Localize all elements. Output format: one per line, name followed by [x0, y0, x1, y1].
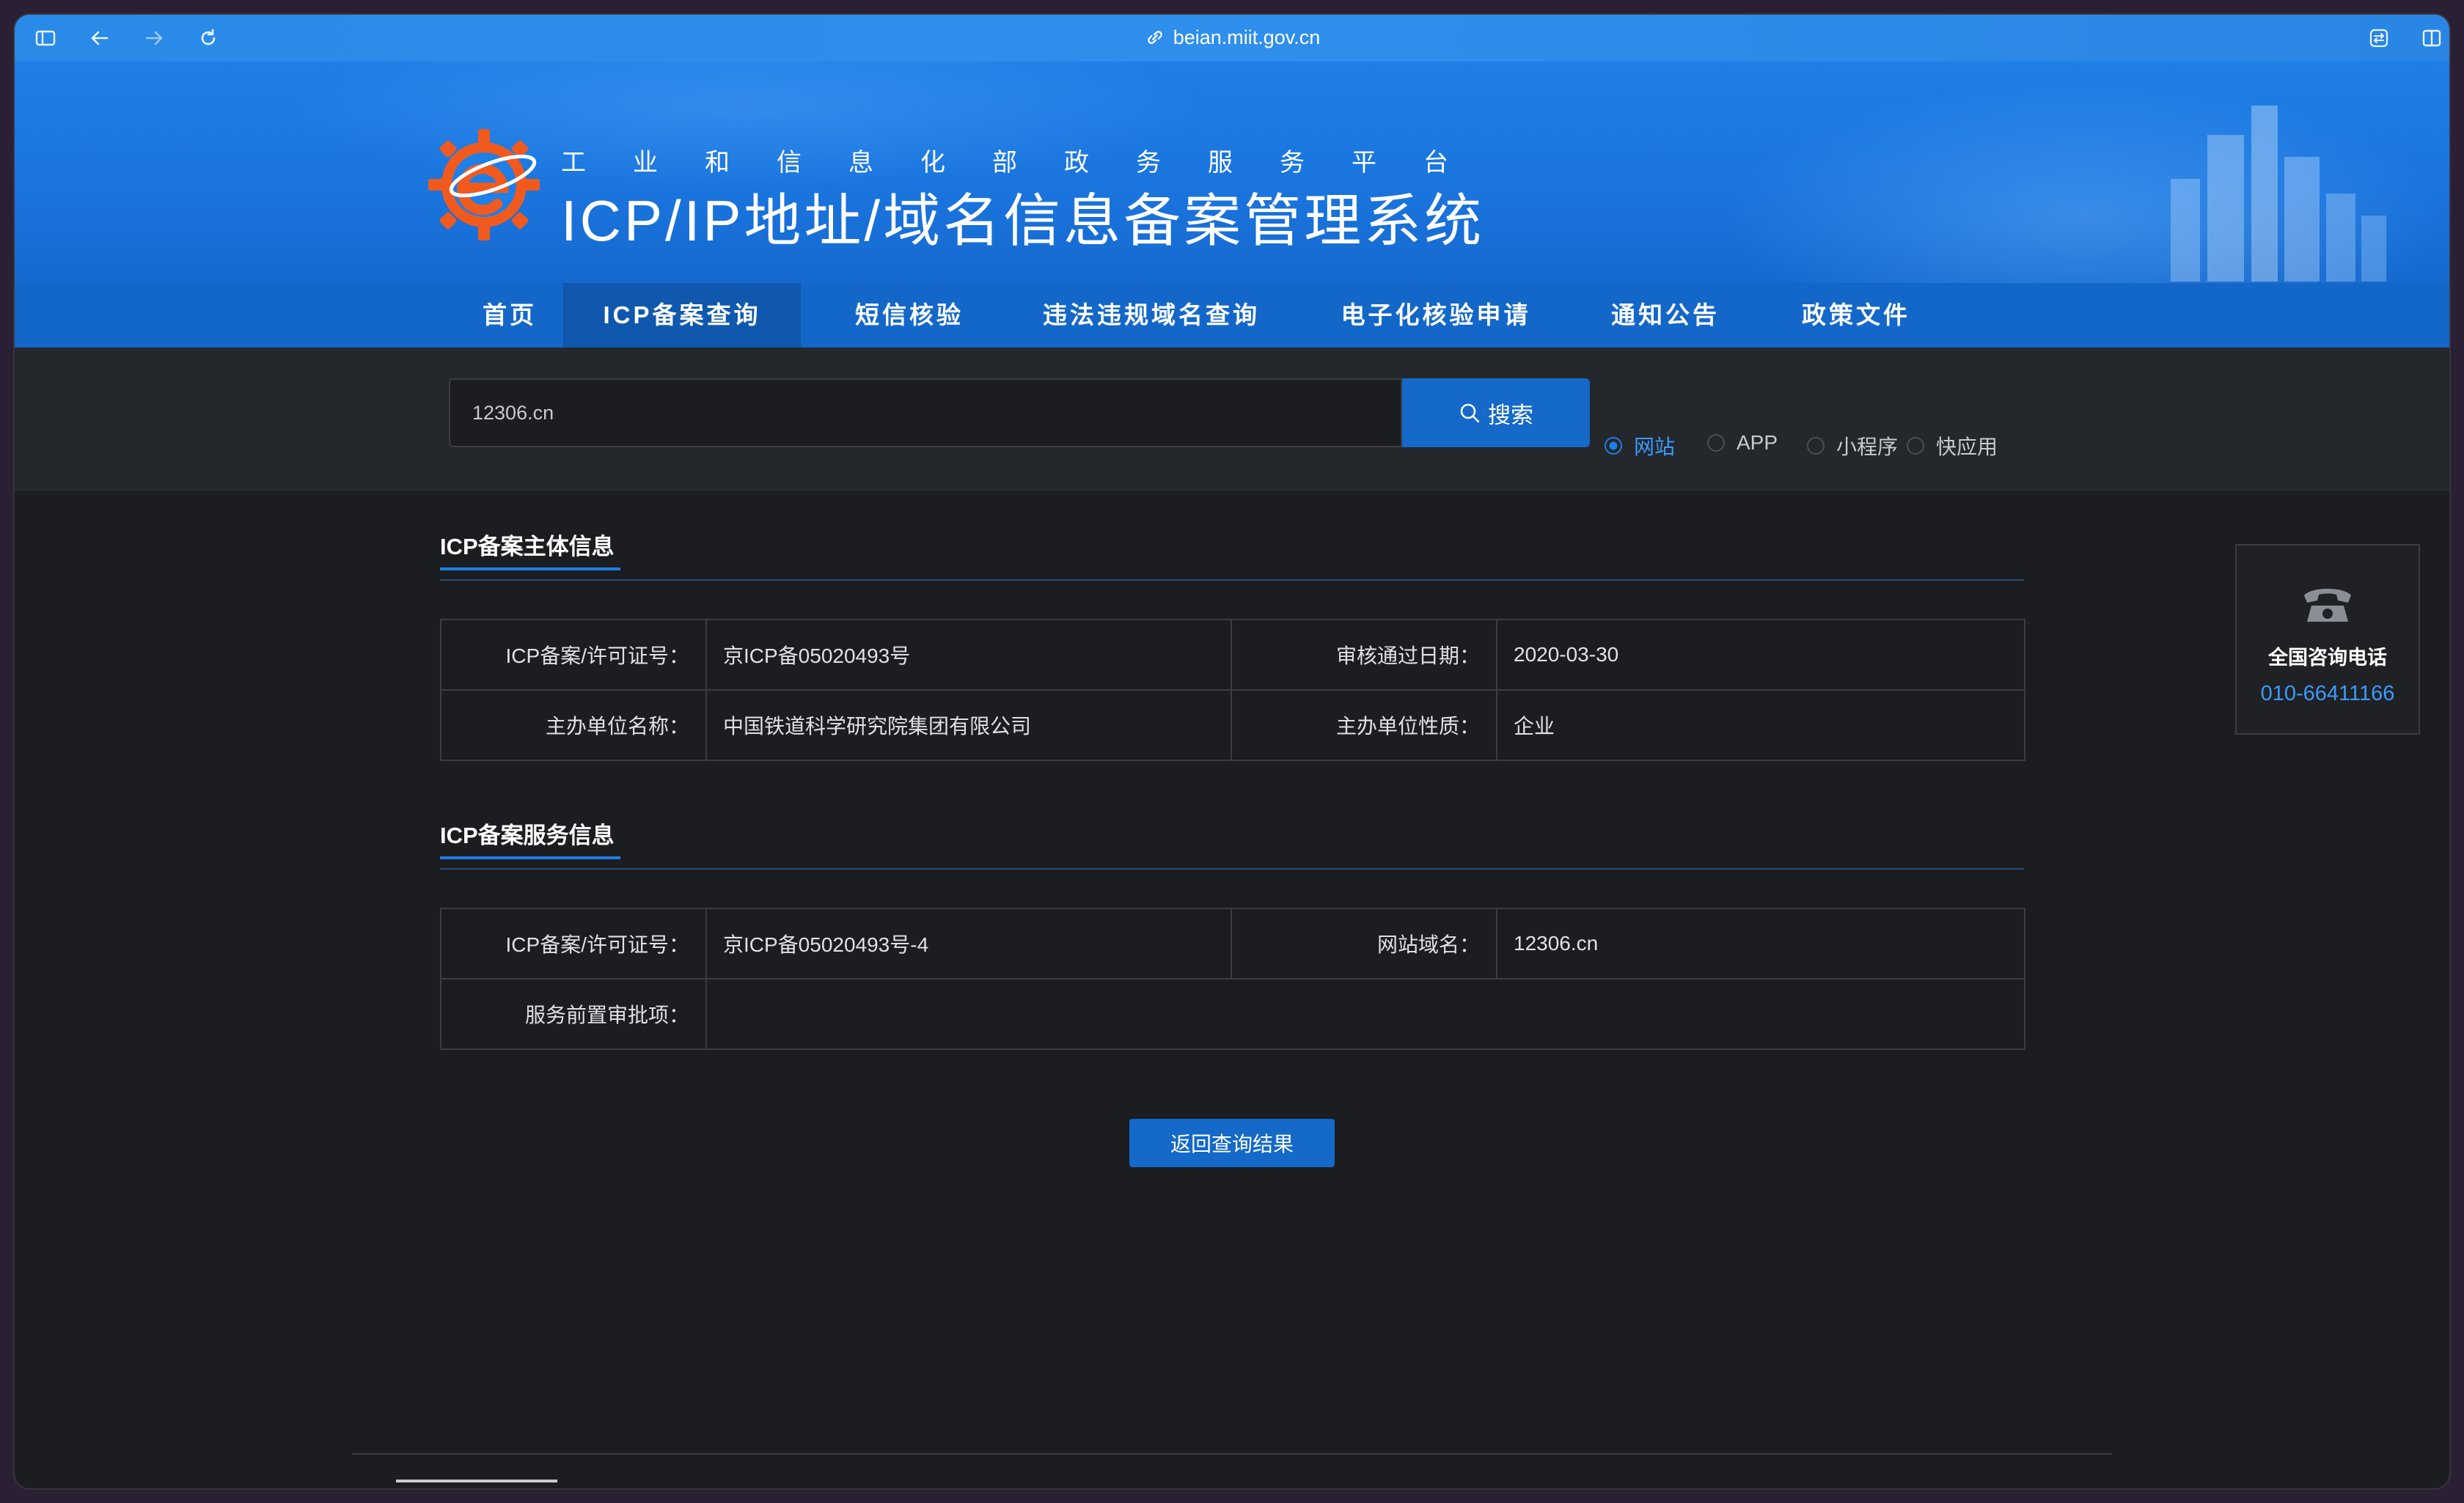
- subject-info-table: ICP备案/许可证号： 京ICP备05020493号 审核通过日期： 2020-…: [440, 619, 2025, 761]
- table-key: 主办单位名称：: [440, 689, 707, 761]
- nav-item-illegal-domain-query[interactable]: 违法违规域名查询: [1005, 283, 1298, 348]
- address-bar[interactable]: beian.miit.gov.cn: [15, 26, 2449, 49]
- table-value: 企业: [1496, 689, 2025, 761]
- nav-item-notices[interactable]: 通知公告: [1574, 283, 1757, 348]
- table-value: 京ICP备05020493号: [705, 619, 1232, 691]
- section-divider: [440, 579, 2024, 581]
- table-row: 服务前置审批项：: [440, 978, 2025, 1050]
- table-key: 网站域名：: [1231, 908, 1497, 980]
- radio-app[interactable]: APP: [1707, 431, 1778, 455]
- table-value: 2020-03-30: [1496, 619, 2025, 691]
- radio-selected-icon: [1605, 437, 1622, 455]
- search-input[interactable]: 12306.cn: [449, 378, 1402, 447]
- miit-logo: [428, 129, 540, 240]
- table-key: 服务前置审批项：: [440, 978, 707, 1050]
- radio-unselected-icon: [1707, 434, 1725, 452]
- contact-widget[interactable]: 全国咨询电话 010-66411166: [2235, 544, 2420, 735]
- browser-window: beian.miit.gov.cn 工业和信息化部政务服务平台 ICP/IP地址…: [15, 15, 2449, 1488]
- search-button-label: 搜索: [1488, 402, 1533, 428]
- footer-divider: [352, 1453, 2112, 1455]
- search-area: 12306.cn 搜索 网站 APP 小程序 快应用: [15, 348, 2449, 491]
- translate-icon[interactable]: [2364, 25, 2394, 51]
- radio-label: 网站: [1634, 436, 1676, 458]
- table-key: ICP备案/许可证号：: [440, 908, 707, 980]
- subject-info-title: ICP备案主体信息: [440, 534, 615, 559]
- radio-website[interactable]: 网站: [1605, 431, 1675, 460]
- search-button[interactable]: 搜索: [1402, 378, 1590, 447]
- radio-unselected-icon: [1807, 437, 1825, 455]
- radio-mini-program[interactable]: 小程序: [1807, 431, 1898, 460]
- link-icon: [1147, 31, 1162, 44]
- table-value: 12306.cn: [1496, 908, 2025, 980]
- search-icon: [1460, 403, 1480, 423]
- radio-label: 快应用: [1936, 436, 1998, 458]
- table-value: 中国铁道科学研究院集团有限公司: [705, 689, 1232, 761]
- contact-label: 全国咨询电话: [2268, 647, 2387, 669]
- main-nav: 首页 ICP备案查询 短信核验 违法违规域名查询 电子化核验申请 通知公告 政策…: [15, 283, 2449, 348]
- table-value: [705, 978, 2025, 1050]
- table-key: ICP备案/许可证号：: [440, 619, 707, 691]
- radio-unselected-icon: [1907, 437, 1924, 455]
- url-text: beian.miit.gov.cn: [1173, 26, 1321, 48]
- service-info-title: ICP备案服务信息: [440, 823, 615, 848]
- nav-item-home[interactable]: 首页: [447, 283, 572, 348]
- radio-label: APP: [1737, 431, 1778, 454]
- table-row: 主办单位名称： 中国铁道科学研究院集团有限公司 主办单位性质： 企业: [440, 689, 2025, 761]
- back-to-results-button[interactable]: 返回查询结果: [1129, 1119, 1335, 1167]
- nav-item-sms-verify[interactable]: 短信核验: [814, 283, 1005, 348]
- city-skyline-decoration: [2171, 106, 2386, 282]
- nav-item-policy-docs[interactable]: 政策文件: [1757, 283, 1955, 348]
- radio-label: 小程序: [1836, 436, 1899, 458]
- split-view-icon[interactable]: [2417, 25, 2446, 51]
- table-row: ICP备案/许可证号： 京ICP备05020493号-4 网站域名： 12306…: [440, 908, 2025, 980]
- nav-item-icp-query[interactable]: ICP备案查询: [563, 283, 801, 348]
- footer-indicator: [396, 1480, 557, 1482]
- header-subtitle: 工业和信息化部政务服务平台: [561, 149, 1495, 177]
- table-value: 京ICP备05020493号-4: [705, 908, 1232, 980]
- radio-quick-app[interactable]: 快应用: [1907, 431, 1998, 460]
- header-title: ICP/IP地址/域名信息备案管理系统: [561, 188, 1485, 253]
- browser-toolbar: beian.miit.gov.cn: [15, 15, 2449, 62]
- telephone-icon: [2304, 589, 2351, 622]
- contact-phone[interactable]: 010-66411166: [2237, 682, 2419, 706]
- service-info-table: ICP备案/许可证号： 京ICP备05020493号-4 网站域名： 12306…: [440, 908, 2025, 1050]
- table-key: 主办单位性质：: [1231, 689, 1497, 761]
- section-title-underline: [440, 856, 620, 859]
- table-row: ICP备案/许可证号： 京ICP备05020493号 审核通过日期： 2020-…: [440, 619, 2025, 691]
- nav-item-e-verify-apply[interactable]: 电子化核验申请: [1298, 283, 1574, 348]
- site-header-banner: 工业和信息化部政务服务平台 ICP/IP地址/域名信息备案管理系统: [15, 62, 2449, 283]
- section-divider: [440, 868, 2024, 870]
- table-key: 审核通过日期：: [1231, 619, 1497, 691]
- section-title-underline: [440, 567, 620, 570]
